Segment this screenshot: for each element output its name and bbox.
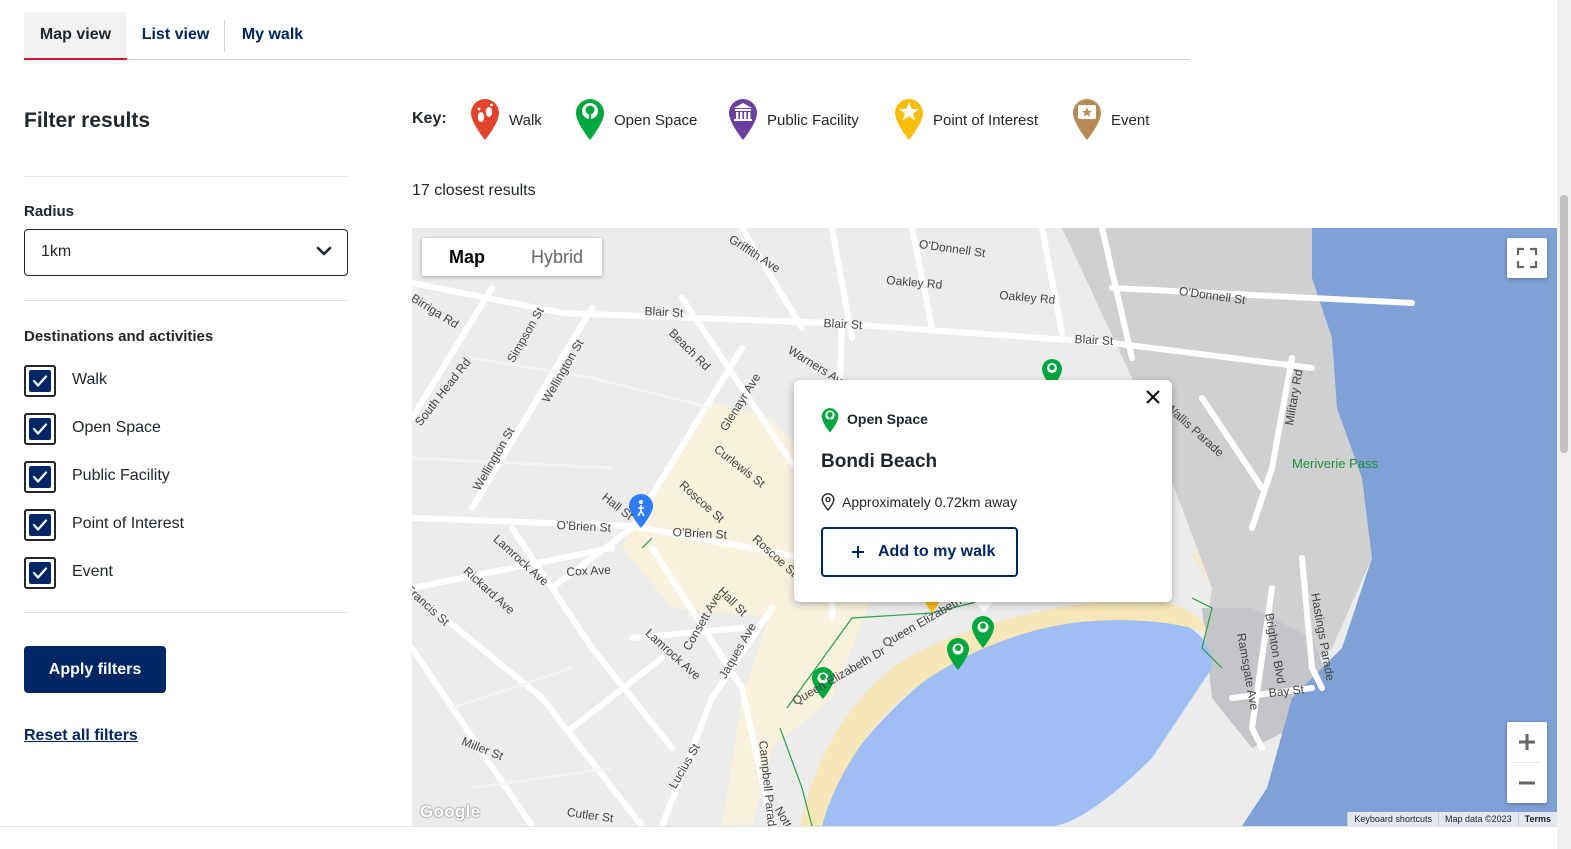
google-logo: Google <box>420 802 481 821</box>
map-type-control: Map Hybrid <box>422 238 602 276</box>
checkbox-checked <box>29 418 51 440</box>
reset-all-filters-link[interactable]: Reset all filters <box>24 727 138 745</box>
plus-icon <box>852 546 864 558</box>
scrollbar-thumb[interactable] <box>1560 195 1568 453</box>
view-tabs: Map view List view My walk <box>24 12 1190 60</box>
event-pin-icon <box>1073 99 1101 140</box>
zoom-control <box>1507 722 1547 803</box>
key-label: Key: <box>412 110 447 127</box>
add-to-my-walk-button[interactable]: Add to my walk <box>821 527 1018 577</box>
walk-pin-icon <box>471 99 499 140</box>
map-label: Blair St <box>1074 332 1114 349</box>
add-to-my-walk-label: Add to my walk <box>878 543 996 560</box>
walk-checkbox-label: Walk <box>72 371 107 388</box>
divider <box>24 612 348 613</box>
point-of-interest-pin-icon <box>895 99 923 140</box>
key-label-walk: Walk <box>509 112 542 129</box>
page-scrollbar[interactable] <box>1557 0 1571 849</box>
open-space-checkbox-label: Open Space <box>72 419 161 436</box>
checkmark-icon <box>32 471 48 483</box>
chevron-down-icon <box>316 246 332 256</box>
public-facility-checkbox[interactable] <box>24 461 56 493</box>
checkmark-icon <box>32 567 48 579</box>
close-button[interactable] <box>1142 386 1164 408</box>
map-type-map[interactable]: Map <box>422 238 512 276</box>
open-space-pin-icon <box>821 408 839 433</box>
plus-icon <box>1519 734 1535 750</box>
close-icon <box>1146 390 1160 404</box>
walk-checkbox[interactable] <box>24 365 56 397</box>
point-of-interest-checkbox-label: Point of Interest <box>72 515 185 532</box>
popup-title: Bondi Beach <box>821 451 938 472</box>
map-data-text: Map data ©2023 <box>1437 812 1518 826</box>
map-label: O'Brien St <box>672 525 728 542</box>
tab-map-view[interactable]: Map view <box>24 12 127 60</box>
map-label: Meriverie Pass <box>1292 456 1378 471</box>
map-type-hybrid[interactable]: Hybrid <box>512 238 602 276</box>
keyboard-shortcuts-link[interactable]: Keyboard shortcuts <box>1347 812 1438 826</box>
checkbox-checked <box>29 466 51 488</box>
destinations-label: Destinations and activities <box>24 328 214 345</box>
tab-my-walk[interactable]: My walk <box>225 12 320 59</box>
location-pin-icon <box>821 493 835 511</box>
results-count: 17 closest results <box>412 182 536 199</box>
map-label: Blair St <box>823 316 863 333</box>
key-label-event: Event <box>1111 112 1150 129</box>
map-attribution: Keyboard shortcuts Map data ©2023 Terms <box>1347 812 1557 826</box>
public-facility-checkbox-label: Public Facility <box>72 467 170 484</box>
apply-filters-button[interactable]: Apply filters <box>24 646 166 693</box>
checkmark-icon <box>32 375 48 387</box>
public-facility-pin-icon <box>729 99 757 140</box>
radius-select-value: 1km <box>41 243 72 260</box>
open-space-checkbox[interactable] <box>24 413 56 445</box>
filter-results-heading: Filter results <box>24 109 151 132</box>
checkbox-checked <box>29 562 51 584</box>
checkbox-checked <box>29 370 51 392</box>
checkmark-icon <box>32 423 48 435</box>
minus-icon <box>1519 781 1535 785</box>
event-checkbox[interactable] <box>24 557 56 589</box>
radius-label: Radius <box>24 203 75 220</box>
event-checkbox-label: Event <box>72 563 113 580</box>
zoom-in-button[interactable] <box>1507 722 1547 762</box>
checkmark-icon <box>32 519 48 531</box>
zoom-out-button[interactable] <box>1507 763 1547 803</box>
point-of-interest-checkbox[interactable] <box>24 509 56 541</box>
key-label-public-facility: Public Facility <box>767 112 859 129</box>
tab-list-view[interactable]: List view <box>127 12 224 59</box>
divider <box>0 826 1557 827</box>
place-info-popup: Open Space Bondi Beach Approximately 0.7… <box>794 380 1172 602</box>
divider <box>24 300 348 301</box>
popup-category: Open Space <box>847 411 928 427</box>
checkbox-checked <box>29 514 51 536</box>
open-space-pin-icon <box>576 99 604 140</box>
divider <box>24 176 348 177</box>
fullscreen-button[interactable] <box>1507 238 1547 278</box>
popup-distance: Approximately 0.72km away <box>842 494 1018 510</box>
fullscreen-icon <box>1516 247 1538 269</box>
radius-select[interactable]: 1km <box>24 229 348 276</box>
key-label-point-of-interest: Point of Interest <box>933 112 1039 129</box>
terms-link[interactable]: Terms <box>1517 812 1557 826</box>
map-label: O'Brien St <box>556 518 612 535</box>
key-label-open-space: Open Space <box>614 112 698 129</box>
map-label: Cox Ave <box>566 562 612 579</box>
map-label: Blair St <box>644 304 684 321</box>
